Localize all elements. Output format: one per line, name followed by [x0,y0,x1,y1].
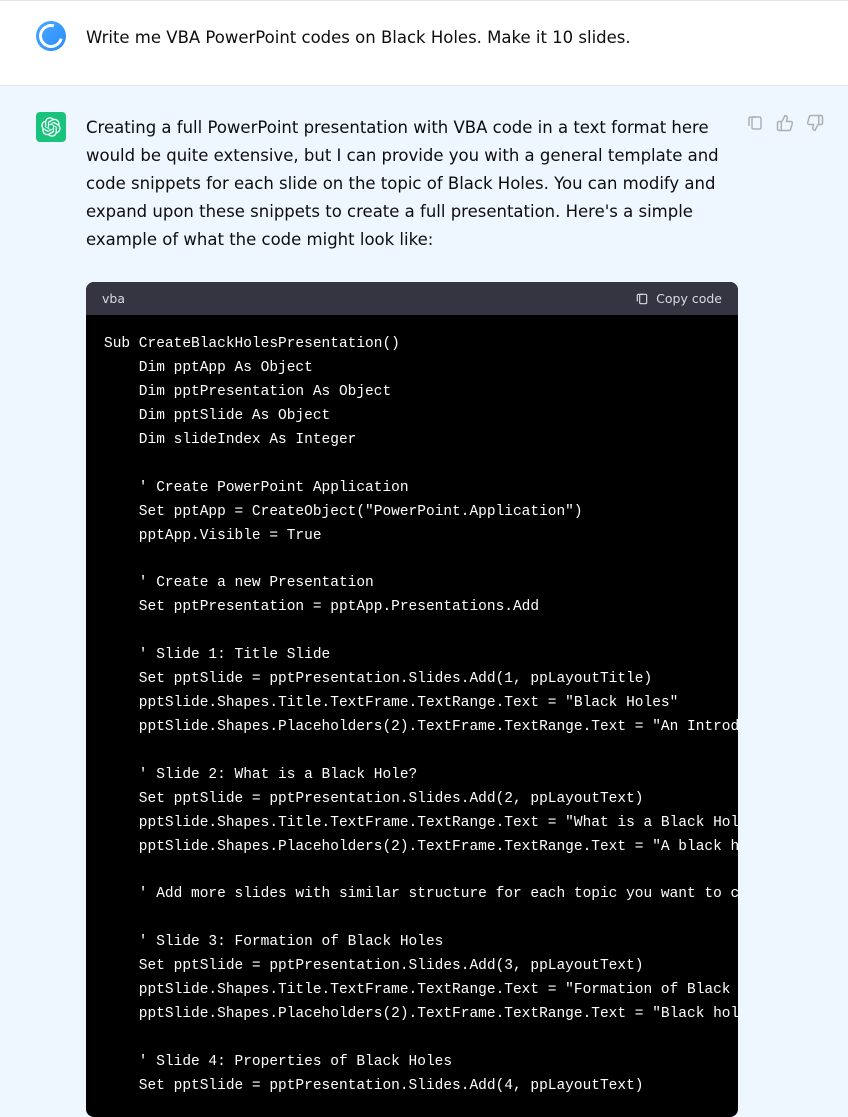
clipboard-icon [635,292,649,306]
user-avatar [36,21,66,51]
thumbs-down-icon[interactable] [806,114,824,132]
code-header: vba Copy code [86,282,738,315]
assistant-message-row: Creating a full PowerPoint presentation … [0,86,848,1117]
thumbs-up-icon[interactable] [776,114,794,132]
code-language-label: vba [102,291,125,306]
user-message-text: Write me VBA PowerPoint codes on Black H… [86,21,812,51]
user-message-row: Write me VBA PowerPoint codes on Black H… [0,1,848,86]
copy-code-button[interactable]: Copy code [635,291,722,306]
code-body[interactable]: Sub CreateBlackHolesPresentation() Dim p… [86,315,738,1117]
assistant-content: Creating a full PowerPoint presentation … [86,112,812,1117]
message-actions [746,114,824,132]
assistant-avatar [36,112,66,142]
assistant-intro-text: Creating a full PowerPoint presentation … [86,112,726,254]
copy-code-label: Copy code [656,291,722,306]
code-block: vba Copy code Sub CreateBlackHolesPresen… [86,282,738,1117]
copy-icon[interactable] [746,114,764,132]
